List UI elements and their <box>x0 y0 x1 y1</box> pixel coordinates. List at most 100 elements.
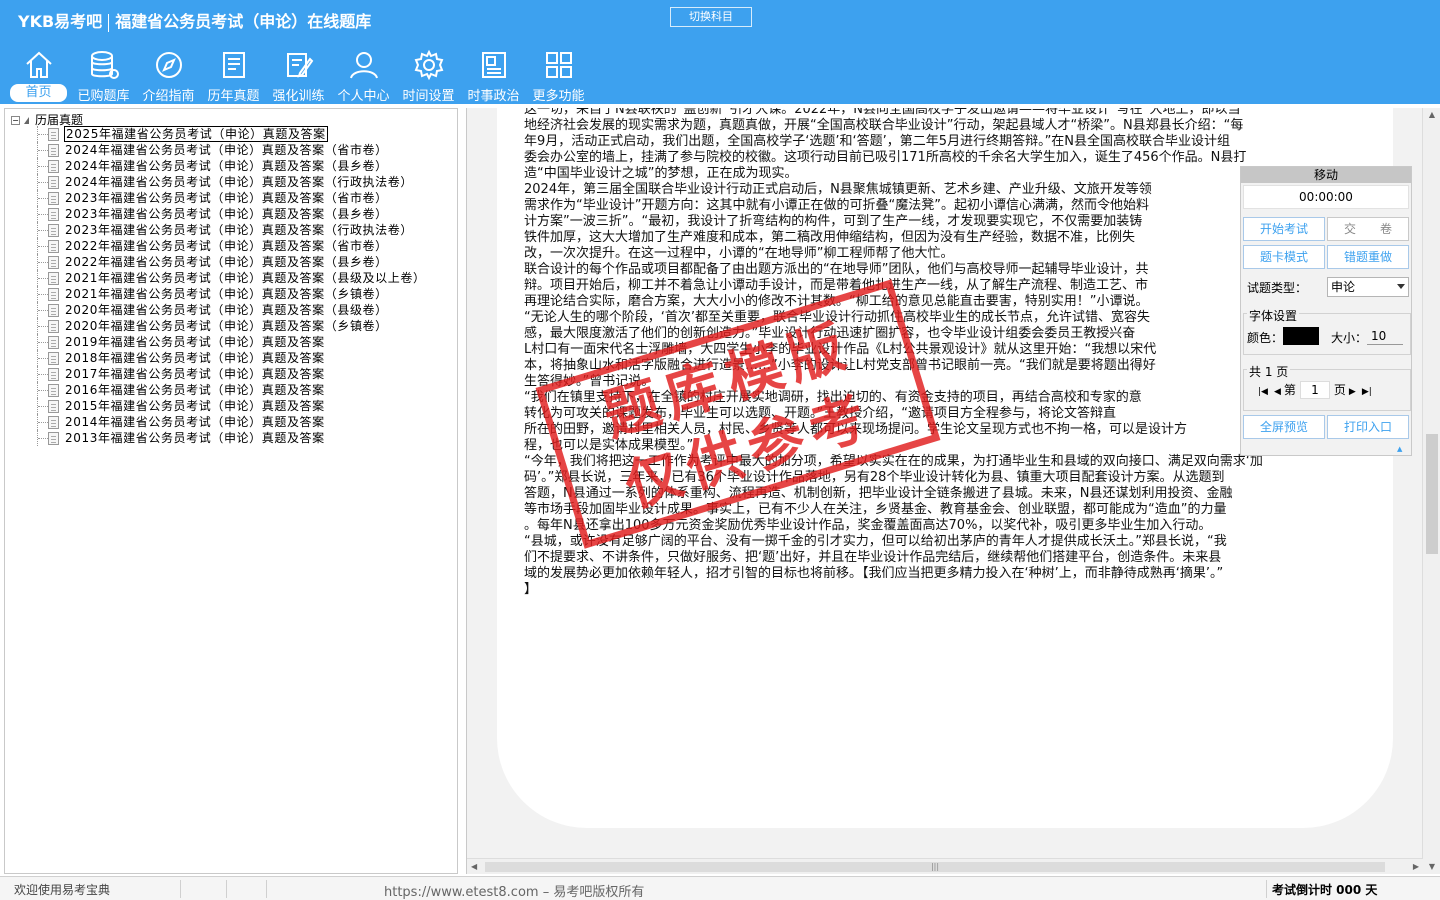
scroll-down-icon[interactable]: ▼ <box>1423 860 1440 874</box>
horizontal-scrollbar[interactable]: ◀ ||| ▶ <box>467 858 1423 874</box>
nav-politics[interactable]: 时事政治 <box>461 44 526 104</box>
tree-item[interactable]: 2022年福建省公务员考试（申论）真题及答案（省市卷） <box>5 238 426 254</box>
redo-wrong-button[interactable]: 错题重做 <box>1327 245 1409 269</box>
exam-tree-panel: − 历届真题 2025年福建省公务员考试（申论）真题及答案 2024年福建省公务员考… <box>4 108 458 874</box>
nav-label: 已购题库 <box>77 89 130 104</box>
tree-item[interactable]: 2018年福建省公务员考试（申论）真题及答案 <box>5 350 426 366</box>
tree-item[interactable]: 2016年福建省公务员考试（申论）真题及答案 <box>5 382 426 398</box>
article-line: “县城，或许没有足够广阔的平台、没有一掷千金的引才实力，但可以给初出茅庐的青年人… <box>524 534 1227 549</box>
tree-item[interactable]: 2023年福建省公务员考试（申论）真题及答案（行政执法卷） <box>5 222 426 238</box>
tree-connector <box>38 182 48 183</box>
last-page-icon[interactable]: ▶| <box>1362 387 1372 397</box>
tree-item-label: 2018年福建省公务员考试（申论）真题及答案 <box>65 351 325 365</box>
article-line: 改，一次次提升。在这一过程中，小谭的“在地导师”柳工程师帮了他大忙。 <box>524 246 954 261</box>
tree-item[interactable]: 2024年福建省公务员考试（申论）真题及答案（县乡卷） <box>5 158 426 174</box>
tree-item[interactable]: 2020年福建省公务员考试（申论）真题及答案（县级卷） <box>5 302 426 318</box>
tree-item[interactable]: 2025年福建省公务员考试（申论）真题及答案 <box>5 126 426 142</box>
article-line: 们不提要求、不讲条件，只做好服务、把‘题’出好，并且在毕业设计作品完结后，继续帮… <box>524 550 1222 565</box>
user-icon <box>350 52 378 79</box>
tree-connector <box>38 374 48 375</box>
document-icon <box>48 208 59 221</box>
folder-open-icon <box>24 117 29 124</box>
tree-item[interactable]: 2019年福建省公务员考试（申论）真题及答案 <box>5 334 426 350</box>
article-line: 铁件加厚，这大大增加了生产难度和成本，第二稿改用伸缩结构，但因为没有生产经验，数… <box>524 230 1136 245</box>
tree-item[interactable]: 2023年福建省公务员考试（申论）真题及答案（县乡卷） <box>5 206 426 222</box>
tree-connector <box>38 278 48 279</box>
tree-connector <box>38 230 48 231</box>
chevron-down-icon <box>1397 284 1405 289</box>
nav-training[interactable]: 强化训练 <box>266 44 331 104</box>
tree-connector <box>38 422 48 423</box>
tree-item[interactable]: 2024年福建省公务员考试（申论）真题及答案（省市卷） <box>5 142 426 158</box>
collapse-icon[interactable]: − <box>11 116 20 125</box>
tree-item[interactable]: 2017年福建省公务员考试（申论）真题及答案 <box>5 366 426 382</box>
nav-more[interactable]: 更多功能 <box>526 44 591 104</box>
switch-subject-button[interactable]: 切换科目 <box>670 7 752 27</box>
tree-item[interactable]: 2023年福建省公务员考试（申论）真题及答案（省市卷） <box>5 190 426 206</box>
font-color-swatch[interactable] <box>1283 327 1319 345</box>
tree-item[interactable]: 2014年福建省公务员考试（申论）真题及答案 <box>5 414 426 430</box>
prev-page-icon[interactable]: ◀ <box>1274 387 1281 397</box>
next-page-icon[interactable]: ▶ <box>1349 387 1356 397</box>
nav-label: 强化训练 <box>272 89 325 104</box>
tree-item[interactable]: 2013年福建省公务员考试（申论）真题及答案 <box>5 430 426 446</box>
article-line: 本，将抽象山水和活字版融合进行造景……”小李的设计让L村党支部曾书记眼前一亮。“… <box>524 358 1156 373</box>
nav-label: 个人中心 <box>337 89 390 104</box>
scroll-right-icon[interactable]: ▶ <box>1413 859 1419 874</box>
vertical-scrollbar[interactable]: ▲ ▼ <box>1422 108 1440 874</box>
nav-past-exams[interactable]: 历年真题 <box>201 44 266 104</box>
question-type-select[interactable]: 申论 <box>1327 277 1409 297</box>
total-pages-label: 共 1 页 <box>1247 363 1291 380</box>
article-line: 等市场手段加固毕业设计成果。事实上，已有不少人在关注，乡贤基金、教育基金会、创业… <box>524 502 1227 517</box>
app-title: 福建省公务员考试（申论）在线题库 <box>115 12 372 31</box>
scroll-thumb[interactable] <box>1426 434 1438 554</box>
welcome-text: 欢迎使用易考宝典 <box>14 883 111 897</box>
document-icon <box>48 224 59 237</box>
tree-connector <box>38 214 48 215</box>
print-button[interactable]: 打印入口 <box>1327 415 1409 439</box>
scroll-left-icon[interactable]: ◀ <box>471 859 477 874</box>
tree-connector <box>38 294 48 295</box>
tree-item[interactable]: 2024年福建省公务员考试（申论）真题及答案（行政执法卷） <box>5 174 426 190</box>
nav-profile[interactable]: 个人中心 <box>331 44 396 104</box>
tree-item-label: 2024年福建省公务员考试（申论）真题及答案（行政执法卷） <box>65 175 413 189</box>
article-line: L村口有一面宋代名士浮雕墙，大四学生小李的毕业设计作品《L村公共景观设计》就从这… <box>524 342 1157 357</box>
document-icon <box>48 416 59 429</box>
submit-button[interactable]: 交 卷 <box>1327 217 1409 241</box>
card-mode-button[interactable]: 题卡模式 <box>1243 245 1325 269</box>
nav-purchased[interactable]: 已购题库 <box>71 44 136 104</box>
compass-icon <box>156 52 182 78</box>
document-icon <box>48 128 59 141</box>
document-icon <box>48 432 59 445</box>
move-handle[interactable]: 移动 <box>1241 167 1411 183</box>
tree-item-label: 2023年福建省公务员考试（申论）真题及答案（县乡卷） <box>65 207 388 221</box>
scroll-up-icon[interactable]: ▲ <box>1423 108 1440 122</box>
tree-connector <box>38 166 48 167</box>
first-page-icon[interactable]: |◀ <box>1258 387 1268 397</box>
page-input[interactable]: 1 <box>1299 381 1330 399</box>
font-size-input[interactable]: 10 <box>1367 327 1403 345</box>
tree-item[interactable]: 2021年福建省公务员考试（申论）真题及答案（乡镇卷） <box>5 286 426 302</box>
article-line: 联合设计的每个作品或项目都配备了由出题方派出的“在地导师”团队，他们与高校导师一… <box>524 262 1149 277</box>
article-line: “无论人生的哪个阶段，‘首次’都至关重要，联合毕业设计行动抓住高校毕业生的成长节… <box>524 310 1151 325</box>
tree-item[interactable]: 2015年福建省公务员考试（申论）真题及答案 <box>5 398 426 414</box>
article-line: 】 <box>524 582 538 597</box>
start-exam-button[interactable]: 开始考试 <box>1243 217 1325 241</box>
document-icon <box>48 320 59 333</box>
tree-connector <box>38 406 48 407</box>
nav-home[interactable]: 首页 <box>6 44 71 102</box>
tree-item[interactable]: 2020年福建省公务员考试（申论）真题及答案（乡镇卷） <box>5 318 426 334</box>
article-line: 域的发展势必更加依赖年轻人，招才引智的目标也将前移。【我们应当把更多精力投入在‘… <box>524 566 1224 581</box>
edit-icon <box>287 53 314 78</box>
tree-item[interactable]: 2022年福建省公务员考试（申论）真题及答案（县乡卷） <box>5 254 426 270</box>
document-icon <box>48 256 59 269</box>
nav-time-settings[interactable]: 时间设置 <box>396 44 461 104</box>
collapse-up-icon[interactable]: ▲ <box>1397 445 1402 453</box>
scroll-thumb-horizontal[interactable]: ||| <box>485 862 1385 872</box>
tree-item[interactable]: 2021年福建省公务员考试（申论）真题及答案（县级及以上卷） <box>5 270 426 286</box>
document-icon <box>48 144 59 157</box>
fullscreen-preview-button[interactable]: 全屏预览 <box>1243 415 1325 439</box>
tree-connector <box>38 342 48 343</box>
nav-guide[interactable]: 介绍指南 <box>136 44 201 104</box>
tree-item-label: 2020年福建省公务员考试（申论）真题及答案（县级卷） <box>65 303 388 317</box>
